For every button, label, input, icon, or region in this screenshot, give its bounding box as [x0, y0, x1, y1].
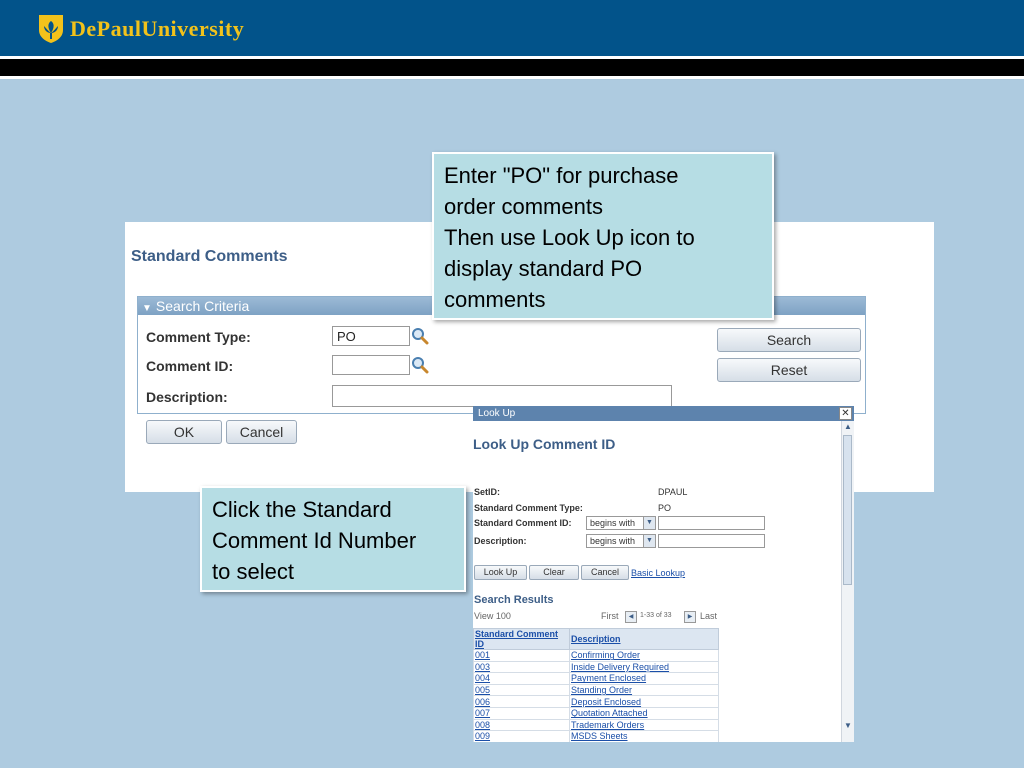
shield-logo-icon: [39, 15, 63, 43]
university-header: DePaulUniversity: [0, 0, 1024, 56]
next-arrow-icon[interactable]: ▶: [684, 611, 696, 623]
setid-label: SetID:: [474, 487, 501, 497]
ok-button[interactable]: OK: [146, 420, 222, 444]
table-row[interactable]: 006 Deposit Enclosed: [473, 695, 719, 708]
column-header-description[interactable]: Description: [569, 628, 719, 650]
university-name: DePaulUniversity: [70, 16, 245, 41]
lookup-cancel-button[interactable]: Cancel: [581, 565, 629, 580]
callout-line: Click the Standard: [212, 497, 392, 522]
view-all-link[interactable]: View 100: [474, 611, 511, 621]
basic-lookup-link[interactable]: Basic Lookup: [631, 568, 685, 578]
comment-id-label: Comment ID:: [146, 358, 234, 374]
lookup-button[interactable]: Look Up: [474, 565, 527, 580]
callout-line: order comments: [444, 194, 603, 219]
search-results-table: Standard Comment ID Description 001 Confi…: [473, 628, 719, 742]
callout-line: display standard PO: [444, 256, 643, 281]
description-link[interactable]: Trademark Orders: [569, 718, 719, 732]
lookup-scrollbar[interactable]: ▲ ▼: [841, 421, 854, 742]
first-link[interactable]: First: [601, 611, 619, 621]
callout-line: to select: [212, 559, 294, 584]
scroll-down-icon[interactable]: ▼: [842, 720, 854, 732]
description-input[interactable]: [332, 385, 672, 407]
description-link[interactable]: Payment Enclosed: [569, 672, 719, 685]
callout-line: Comment Id Number: [212, 528, 417, 553]
description-search-input[interactable]: [658, 534, 765, 548]
collapse-triangle-icon: ▼: [142, 303, 152, 314]
comment-id-link[interactable]: 005: [473, 683, 570, 697]
description-link[interactable]: Standing Order: [569, 683, 719, 697]
table-row[interactable]: 005 Standing Order: [473, 683, 719, 697]
lookup-magnifier-icon[interactable]: [411, 327, 429, 345]
clear-button[interactable]: Clear: [529, 565, 579, 580]
comment-type-label: Standard Comment Type:: [474, 503, 583, 513]
results-navigation: View 100 First ◀ 1-33 of 33 ▶ Last: [473, 610, 719, 624]
lookup-magnifier-icon[interactable]: [411, 356, 429, 374]
comment-id-link[interactable]: 009: [473, 730, 570, 742]
table-header-row: Standard Comment ID Description: [473, 628, 719, 650]
divider-black: [0, 59, 1024, 76]
comment-type-input[interactable]: [332, 326, 410, 346]
reset-button[interactable]: Reset: [717, 358, 861, 382]
lookup-window-title: Look Up: [478, 408, 516, 419]
search-button[interactable]: Search: [717, 328, 861, 352]
callout-line: Enter "PO" for purchase: [444, 163, 679, 188]
lookup-title: Look Up Comment ID: [473, 436, 616, 452]
comment-id-link[interactable]: 008: [473, 718, 570, 732]
instruction-callout-top: Enter "PO" for purchase order comments T…: [432, 152, 774, 320]
comment-id-link[interactable]: 006: [473, 695, 570, 708]
depaul-logo: DePaulUniversity: [38, 14, 244, 44]
table-row[interactable]: 008 Trademark Orders: [473, 718, 719, 732]
description-link[interactable]: Confirming Order: [569, 649, 719, 662]
page-title: Standard Comments: [131, 248, 288, 265]
comment-id-link[interactable]: 004: [473, 672, 570, 685]
cancel-button[interactable]: Cancel: [226, 420, 297, 444]
comment-id-link[interactable]: 001: [473, 649, 570, 662]
description-operator-select[interactable]: begins with ▼: [586, 534, 656, 548]
description-link[interactable]: Inside Delivery Required: [569, 660, 719, 674]
description-link[interactable]: Deposit Enclosed: [569, 695, 719, 708]
last-link[interactable]: Last: [700, 611, 717, 621]
lookup-window: Look Up ✕ Look Up Comment ID SetID: DPAU…: [473, 406, 854, 742]
callout-line: comments: [444, 287, 546, 312]
callout-line: Then use Look Up icon to: [444, 225, 695, 250]
comment-id-link[interactable]: 007: [473, 706, 570, 720]
divider-white-2: [0, 76, 1024, 79]
chevron-down-icon: ▼: [643, 535, 655, 547]
table-row[interactable]: 004 Payment Enclosed: [473, 672, 719, 685]
comment-id-input[interactable]: [332, 355, 410, 375]
table-row[interactable]: 003 Inside Delivery Required: [473, 660, 719, 674]
search-results-title: Search Results: [474, 594, 554, 606]
comment-id-operator-value: begins with: [590, 518, 636, 528]
table-row[interactable]: 007 Quotation Attached: [473, 706, 719, 720]
description-link[interactable]: MSDS Sheets: [569, 730, 719, 742]
comment-type-value: PO: [658, 503, 672, 513]
description-operator-value: begins with: [590, 536, 636, 546]
comment-id-label: Standard Comment ID:: [474, 518, 572, 528]
description-label: Description:: [474, 536, 527, 546]
column-header-comment-id[interactable]: Standard Comment ID: [473, 628, 570, 650]
comment-id-operator-select[interactable]: begins with ▼: [586, 516, 656, 530]
scroll-up-icon[interactable]: ▲: [842, 421, 854, 433]
results-range: 1-33 of 33: [640, 612, 672, 619]
description-link[interactable]: Quotation Attached: [569, 706, 719, 720]
description-label: Description:: [146, 389, 228, 405]
chevron-down-icon: ▼: [643, 517, 655, 529]
instruction-callout-bottom: Click the Standard Comment Id Number to …: [200, 486, 466, 592]
table-row[interactable]: 009 MSDS Sheets: [473, 730, 719, 742]
scrollbar-thumb[interactable]: [843, 435, 852, 585]
close-icon[interactable]: ✕: [839, 407, 852, 420]
table-row[interactable]: 001 Confirming Order: [473, 649, 719, 662]
search-criteria-label: Search Criteria: [155, 298, 250, 314]
comment-id-search-input[interactable]: [658, 516, 765, 530]
previous-arrow-icon[interactable]: ◀: [625, 611, 637, 623]
setid-value: DPAUL: [658, 487, 688, 497]
comment-type-label: Comment Type:: [146, 329, 251, 345]
lookup-window-titlebar: Look Up ✕: [473, 406, 854, 421]
comment-id-link[interactable]: 003: [473, 660, 570, 674]
